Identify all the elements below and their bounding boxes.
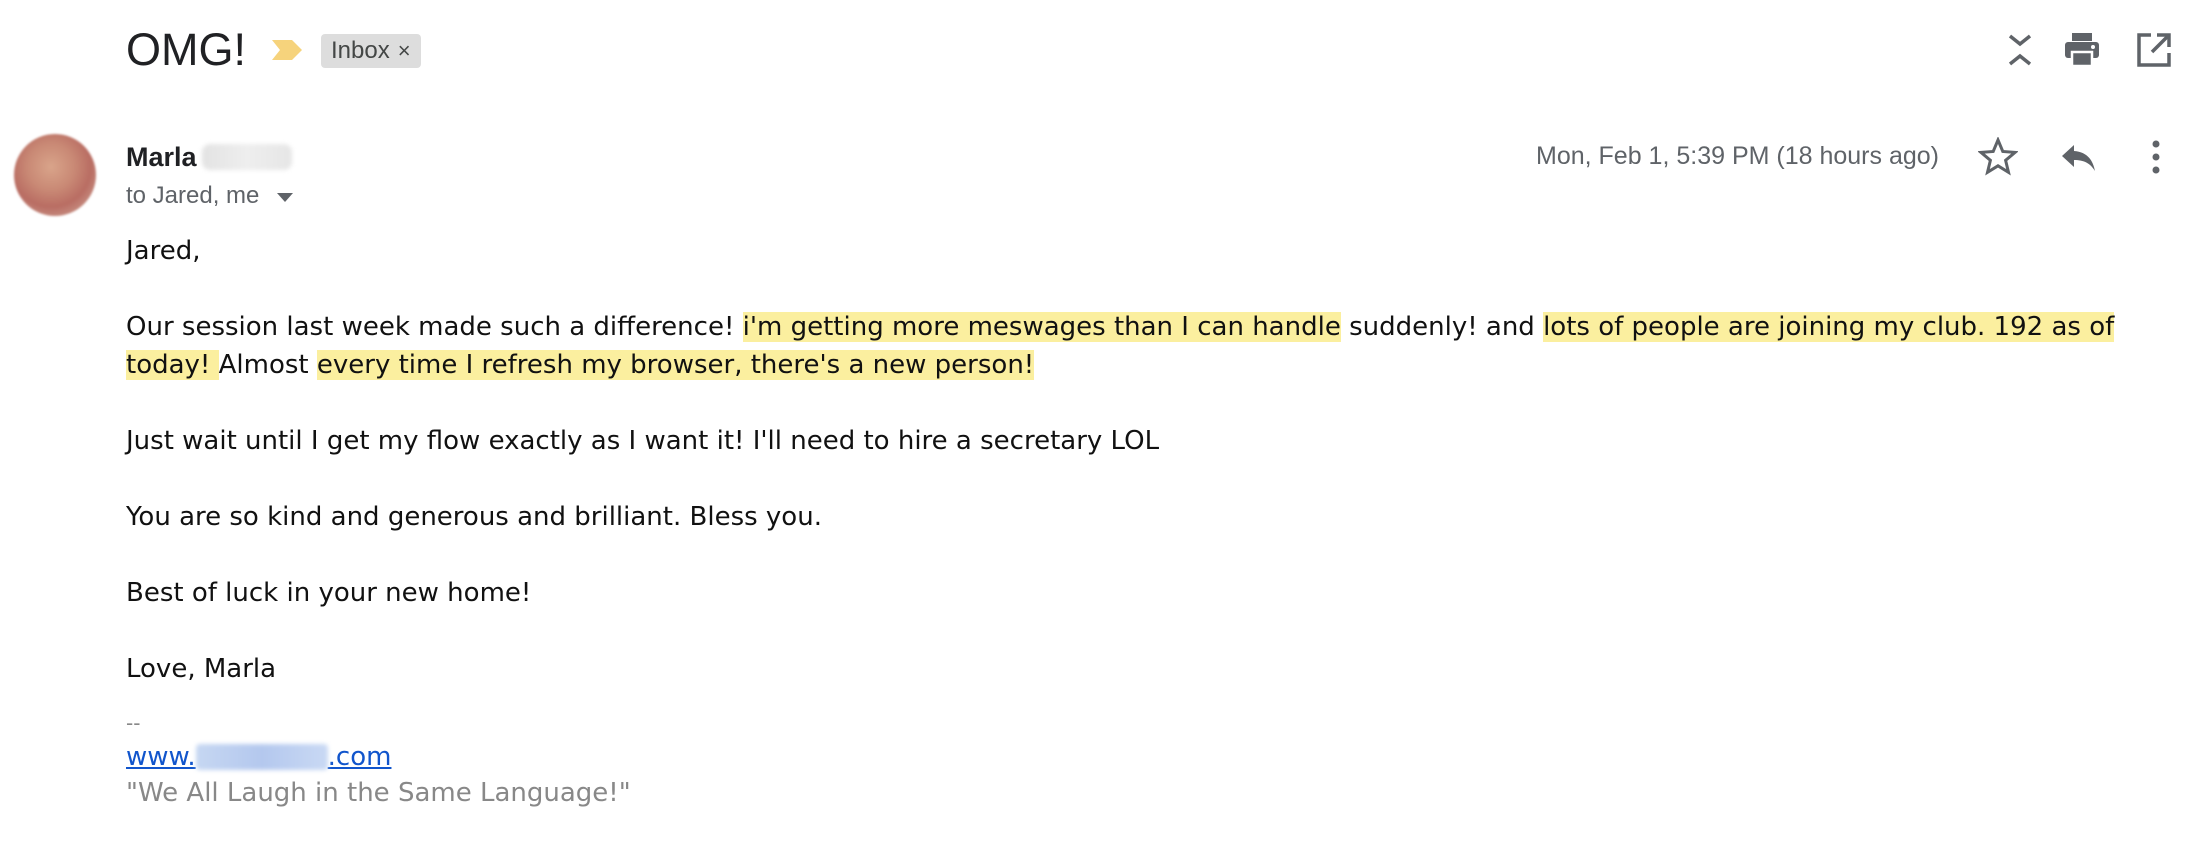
body-text: Almost xyxy=(218,350,317,380)
greeting: Jared, xyxy=(126,236,201,266)
show-details-caret-icon[interactable] xyxy=(277,192,294,202)
body-text: suddenly! and xyxy=(1340,312,1544,342)
email-date: Mon, Feb 1, 5:39 PM (18 hours ago) xyxy=(1536,142,1939,170)
body-paragraph-3: You are so kind and generous and brillia… xyxy=(126,502,822,532)
importance-marker-icon[interactable] xyxy=(270,38,304,62)
body-paragraph-4: Best of luck in your new home! xyxy=(126,578,532,608)
inbox-label-chip: Inbox × xyxy=(321,34,421,68)
body-text: Our session last week made such a differ… xyxy=(126,312,743,342)
more-vertical-icon[interactable] xyxy=(2136,137,2176,177)
link-redaction xyxy=(195,744,328,770)
highlighted-text: every time I refresh my browser, there's… xyxy=(316,350,1035,380)
link-prefix: www. xyxy=(126,742,196,772)
sign-off: Love, Marla xyxy=(126,654,277,684)
body-paragraph-2: Just wait until I get my flow exactly as… xyxy=(126,426,1160,456)
signature-website-link[interactable]: www. .com xyxy=(126,742,391,772)
signature-tagline: "We All Laugh in the Same Language!" xyxy=(126,778,631,808)
star-icon[interactable] xyxy=(1978,137,2018,177)
email-subject: OMG! xyxy=(126,24,246,75)
recipients-text: to Jared, me xyxy=(126,182,260,209)
body-paragraph-1: Our session last week made such a differ… xyxy=(126,308,2166,384)
print-icon[interactable] xyxy=(2062,30,2102,70)
collapse-all-icon[interactable] xyxy=(2000,30,2040,70)
email-body: Jared, Our session last week made such a… xyxy=(126,232,2166,812)
label-text: Inbox xyxy=(331,37,390,64)
recipients-line: to Jared, me xyxy=(126,180,294,212)
link-suffix: .com xyxy=(327,742,392,772)
signature-separator: -- xyxy=(126,711,141,735)
open-in-new-window-icon[interactable] xyxy=(2134,30,2174,70)
remove-label-button[interactable]: × xyxy=(398,34,411,68)
signature-link-row: www. .com xyxy=(126,740,2166,774)
reply-icon[interactable] xyxy=(2058,137,2098,177)
highlighted-text: i'm getting more meswages than I can han… xyxy=(742,312,1341,342)
sender-name[interactable]: Marla xyxy=(126,140,197,174)
sender-avatar[interactable] xyxy=(14,134,96,216)
sender-surname-redaction xyxy=(202,144,292,170)
